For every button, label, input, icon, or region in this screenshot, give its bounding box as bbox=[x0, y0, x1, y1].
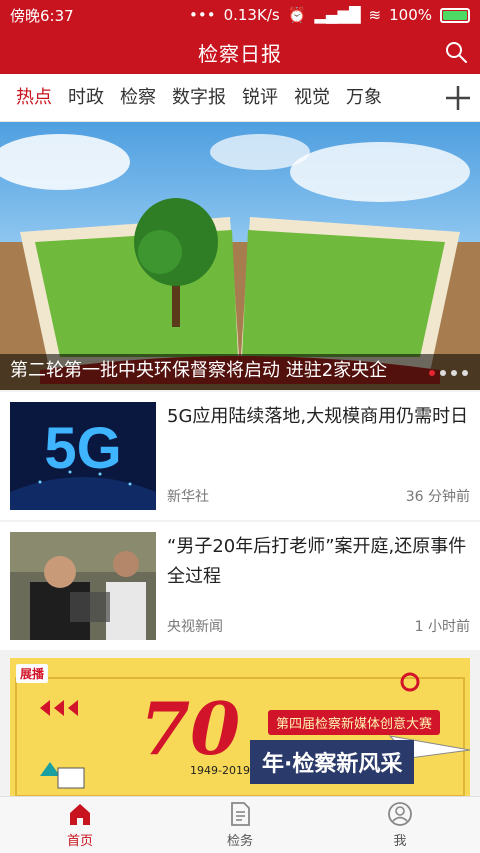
add-channel-icon[interactable] bbox=[444, 84, 472, 112]
pager-dot bbox=[451, 370, 457, 376]
alarm-icon: ⏰ bbox=[287, 6, 307, 24]
home-icon bbox=[70, 804, 90, 825]
news-item[interactable]: 5G 5G应用陆续落地,大规模商用仍需时日 新华社 36 分钟前 bbox=[0, 392, 480, 520]
pager-dot bbox=[429, 370, 435, 376]
tab-politics[interactable]: 时政 bbox=[60, 74, 112, 122]
app-title: 检察日报 bbox=[198, 41, 282, 66]
nav-me-label: 我 bbox=[393, 834, 407, 849]
news-thumbnail: 5G bbox=[10, 402, 156, 510]
promo-tag: 展播 bbox=[16, 664, 49, 683]
nav-home-label: 首页 bbox=[66, 834, 93, 849]
tab-panorama[interactable]: 万象 bbox=[338, 74, 390, 122]
banner-caption: 第二轮第一批中央环保督察将启动 进驻2家央企 bbox=[10, 360, 388, 381]
search-icon[interactable] bbox=[444, 40, 468, 64]
tab-digital-paper[interactable]: 数字报 bbox=[164, 74, 234, 122]
user-icon bbox=[388, 802, 412, 826]
promo-years: 1949-2019 bbox=[190, 764, 250, 777]
headline-banner[interactable]: 第二轮第一批中央环保督察将启动 进驻2家央企 bbox=[0, 122, 480, 390]
news-source: 央视新闻 bbox=[167, 619, 223, 635]
signal-icon: ▂▄▆█ bbox=[314, 6, 361, 24]
tab-procuratorate[interactable]: 检察 bbox=[112, 74, 164, 122]
channel-tabs: 热点 时政 检察 数字报 锐评 视觉 万象 bbox=[0, 74, 480, 122]
document-icon bbox=[231, 802, 250, 826]
news-headline: “男子20年后打老师”案开庭,还原事件全过程 bbox=[167, 536, 467, 587]
banner-pager-dots bbox=[429, 370, 468, 376]
tab-hot[interactable]: 热点 bbox=[0, 74, 60, 122]
news-thumbnail bbox=[10, 532, 156, 640]
news-source: 新华社 bbox=[167, 489, 209, 505]
tab-visual[interactable]: 视觉 bbox=[286, 74, 338, 122]
battery-percent: 100% bbox=[389, 6, 432, 24]
promo-banner[interactable]: 展播 70 1949-2019 第四届检察新媒体创意大赛 年·检察新风采 bbox=[10, 658, 470, 798]
wifi-icon: ≋ bbox=[368, 6, 382, 24]
nav-affairs-label: 检务 bbox=[226, 834, 253, 849]
nav-me[interactable]: 我 bbox=[320, 797, 480, 853]
bottom-nav: 首页 检务 我 bbox=[0, 796, 480, 853]
thumb-5g-text: 5G bbox=[44, 416, 121, 481]
pager-dot bbox=[462, 370, 468, 376]
status-bar: 傍晚6:37 ••• 0.13K/s ⏰ ▂▄▆█ ≋ 100% bbox=[0, 0, 480, 30]
promo-contest: 第四届检察新媒体创意大赛 bbox=[268, 710, 441, 735]
app-header: 检察日报 bbox=[0, 30, 480, 74]
more-dots-icon: ••• bbox=[189, 6, 216, 24]
news-item[interactable]: “男子20年后打老师”案开庭,还原事件全过程 央视新闻 1 小时前 bbox=[0, 522, 480, 650]
news-time: 1 小时前 bbox=[414, 619, 470, 635]
news-headline: 5G应用陆续落地,大规模商用仍需时日 bbox=[167, 406, 469, 427]
nav-affairs[interactable]: 检务 bbox=[160, 797, 320, 853]
status-time: 傍晚6:37 bbox=[10, 6, 74, 25]
battery-icon bbox=[440, 7, 470, 23]
promo-number: 70 bbox=[140, 686, 241, 771]
promo-slogan: 年·检察新风采 bbox=[250, 740, 415, 784]
battery-fill bbox=[443, 10, 467, 20]
network-speed: 0.13K/s bbox=[223, 6, 280, 24]
pager-dot bbox=[440, 370, 446, 376]
nav-home[interactable]: 首页 bbox=[0, 797, 160, 853]
news-time: 36 分钟前 bbox=[405, 489, 470, 505]
tab-commentary[interactable]: 锐评 bbox=[234, 74, 286, 122]
banner-image bbox=[0, 134, 480, 390]
